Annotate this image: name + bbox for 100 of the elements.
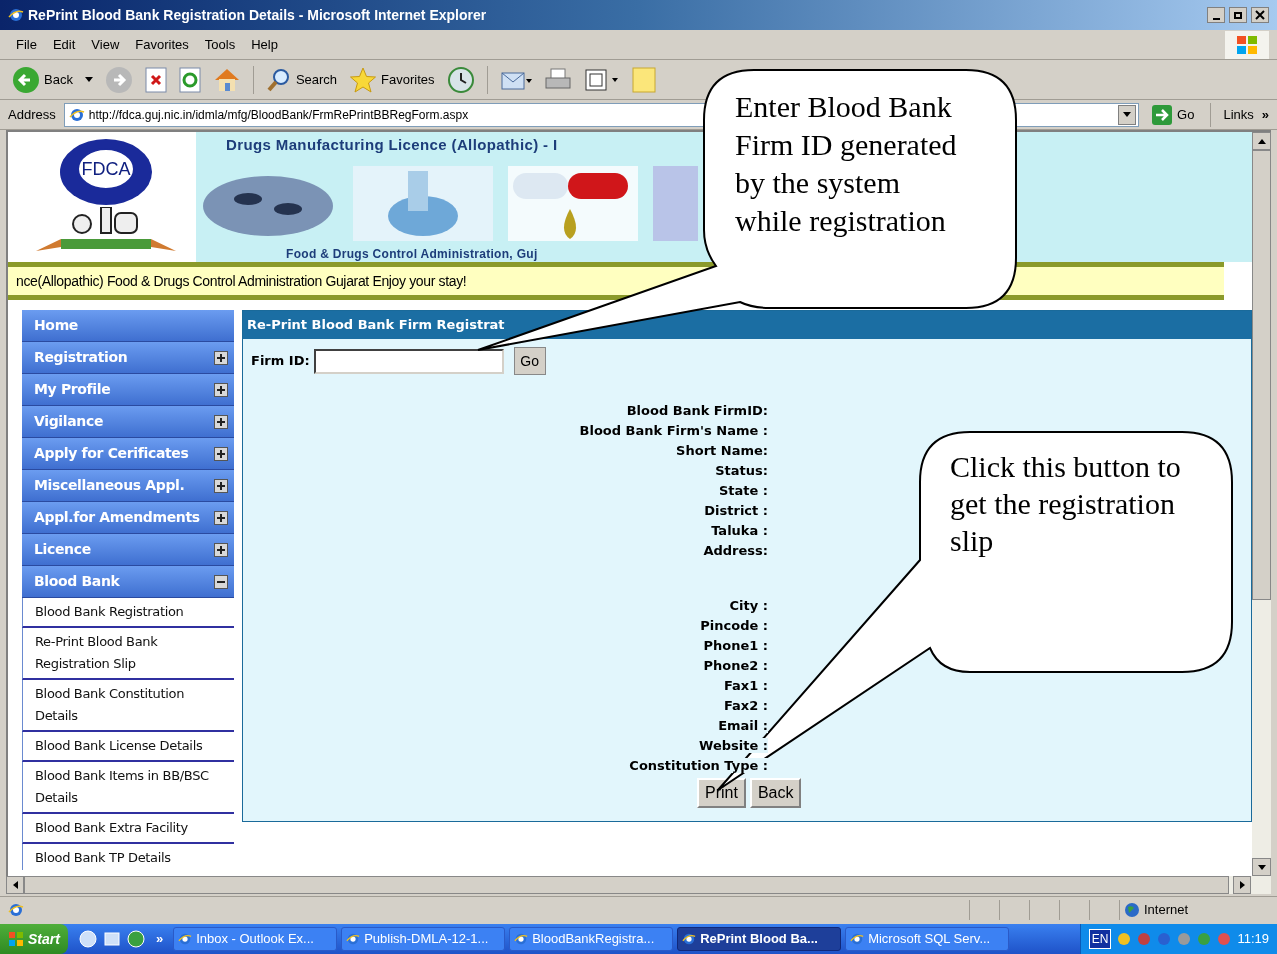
sidebar-item[interactable]: Licence: [22, 534, 234, 566]
minus-icon[interactable]: [214, 574, 228, 589]
sidebar-item[interactable]: Miscellaneous Appl.: [22, 470, 234, 502]
field-label: Email :: [718, 718, 768, 733]
taskbar-button[interactable]: Publish-DMLA-12-1...: [341, 927, 506, 951]
menu-item[interactable]: Help: [243, 34, 286, 55]
taskbar-button[interactable]: Microsoft SQL Serv...: [845, 927, 1010, 951]
callout-tooltip-text: Click this button to get the registration slip: [950, 449, 1181, 559]
field-label: Phone1 :: [703, 638, 768, 653]
back-button[interactable]: Back: [749, 778, 802, 808]
sidebar-item[interactable]: My Profile: [22, 374, 234, 406]
sidebar-item[interactable]: Apply for Cerificates: [22, 438, 234, 470]
quick-launch-icon[interactable]: [77, 929, 98, 949]
dropdown-icon[interactable]: [84, 76, 93, 83]
field-label: Address:: [703, 543, 768, 558]
search-button[interactable]: Search: [265, 66, 338, 93]
field-label: Firm ID:: [251, 352, 310, 371]
horizontal-scrollbar[interactable]: [6, 876, 1271, 894]
sidebar-item[interactable]: Blood Bank: [22, 566, 234, 598]
plus-icon[interactable]: [214, 350, 228, 365]
browser-icon: [850, 932, 865, 946]
browser-icon: [682, 932, 697, 946]
chevron-button[interactable]: »: [155, 929, 164, 949]
menu-item[interactable]: View: [83, 34, 128, 55]
scroll-up-icon[interactable]: [1257, 138, 1266, 144]
history-icon[interactable]: [446, 65, 475, 94]
vertical-scrollbar[interactable]: [1252, 132, 1271, 876]
language-indicator[interactable]: EN: [1088, 929, 1112, 949]
close-button[interactable]: [1251, 7, 1269, 23]
back-button[interactable]: Back: [12, 65, 73, 94]
sidebar-item[interactable]: Vigilance: [22, 406, 234, 438]
print-button[interactable]: Print: [697, 778, 746, 808]
caret-icon: [1123, 112, 1132, 117]
menu-item[interactable]: Edit: [44, 34, 84, 55]
field-label: Short Name:: [676, 443, 768, 458]
address-field[interactable]: http://fdca.guj.nic.in/idmla/mfg/BloodBank/FrmRePrintBBRegForm.aspx: [63, 102, 706, 127]
taskbar-button[interactable]: BloodBankRegistra...: [509, 927, 674, 951]
clock: 11:19: [1237, 930, 1269, 949]
document-icon[interactable]: [583, 67, 620, 92]
plus-icon[interactable]: [214, 382, 228, 397]
scroll-down-icon[interactable]: [1257, 864, 1266, 870]
quick-launch-icon[interactable]: [101, 929, 122, 949]
submenu-item[interactable]: Blood Bank Constitution Details: [22, 680, 234, 732]
globe-icon: [1124, 901, 1140, 918]
field-label: Constitution Type :: [629, 758, 768, 773]
field-label: City :: [729, 598, 768, 613]
field-label: Website :: [699, 738, 768, 753]
start-button[interactable]: Start: [0, 924, 68, 954]
field-label: Blood Bank FirmID:: [626, 403, 768, 418]
windows-flag-icon: [1236, 34, 1258, 55]
windows-flag-icon: [8, 931, 24, 947]
menu-item[interactable]: Favorites: [127, 34, 197, 55]
window-title: RePrint Blood Bank Registration Details - Microsoft Internet Explorer: [28, 5, 487, 25]
restore-button[interactable]: [1229, 7, 1247, 23]
firm-id-field[interactable]: [313, 348, 504, 374]
plus-icon[interactable]: [214, 542, 228, 557]
sidebar-item[interactable]: Registration: [22, 342, 234, 374]
submenu-item[interactable]: Blood Bank Items in BB/BSC Details: [22, 762, 234, 814]
submenu-item[interactable]: Re-Print Blood Bank Registration Slip: [22, 628, 234, 680]
banner-title: Drugs Manufacturing Licence (Allopathic) - I: [226, 135, 558, 155]
scroll-left-icon[interactable]: [12, 881, 18, 889]
stop-icon[interactable]: [144, 66, 167, 93]
plus-icon[interactable]: [214, 510, 228, 525]
field-label: Phone2 :: [703, 658, 768, 673]
field-label: State :: [718, 483, 768, 498]
go-button[interactable]: Go: [1147, 103, 1199, 126]
taskbar-button[interactable]: RePrint Blood Ba...: [677, 927, 842, 951]
chevron-button[interactable]: »: [1261, 104, 1269, 125]
plus-icon[interactable]: [214, 478, 228, 493]
browser-icon: [346, 932, 361, 946]
dropdown-button[interactable]: [1118, 104, 1137, 125]
field-label: Blood Bank Firm's Name :: [579, 423, 768, 438]
scroll-right-icon[interactable]: [1239, 881, 1245, 889]
favorites-button[interactable]: Favorites: [349, 65, 435, 94]
menu-item[interactable]: File: [8, 34, 45, 55]
callout-tooltip-text: Enter Blood Bank Firm ID generated by the system while registration: [735, 89, 957, 239]
submenu-item[interactable]: Blood Bank Registration: [22, 598, 234, 628]
submenu-item[interactable]: Blood Bank TP Details: [22, 844, 234, 870]
quick-launch-icon[interactable]: [125, 929, 146, 949]
star-icon: [349, 65, 378, 94]
search-icon: [265, 66, 292, 93]
minimize-button[interactable]: [1207, 7, 1225, 23]
sidebar-item[interactable]: Home: [22, 310, 234, 342]
submenu-item[interactable]: Blood Bank License Details: [22, 732, 234, 762]
banner-subtitle: Food & Drugs Control Administration, Guj: [286, 245, 538, 263]
sidebar-item[interactable]: Appl.for Amendments: [22, 502, 234, 534]
field-label: Status:: [715, 463, 768, 478]
plus-icon[interactable]: [214, 446, 228, 461]
menu-item[interactable]: Tools: [196, 34, 244, 55]
plus-icon[interactable]: [214, 414, 228, 429]
browser-icon: [8, 7, 24, 23]
taskbar-button[interactable]: Inbox - Outlook Ex...: [173, 927, 338, 951]
field-label: Pincode :: [700, 618, 768, 633]
refresh-icon[interactable]: [178, 66, 201, 93]
go-button[interactable]: Go: [513, 347, 546, 375]
field-label: District :: [704, 503, 768, 518]
field-label: Fax1 :: [723, 678, 768, 693]
panel-title: Re-Print Blood Bank Firm Registrat: [247, 316, 505, 335]
submenu-item[interactable]: Blood Bank Extra Facility: [22, 814, 234, 844]
links-label[interactable]: Links: [1223, 104, 1254, 125]
